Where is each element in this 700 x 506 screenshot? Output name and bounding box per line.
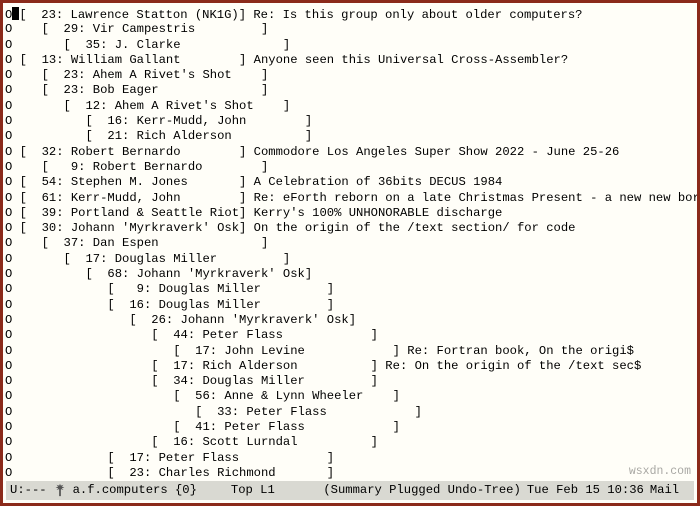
thread-line[interactable]: O [ 9: Robert Bernardo ] — [5, 160, 695, 175]
thread-line[interactable]: O [ 16: Kerr-Mudd, John ] — [5, 114, 695, 129]
modeline-position: Top L1 — [231, 483, 275, 498]
thread-line[interactable]: O [ 33: Peter Flass ] — [5, 405, 695, 420]
thread-line[interactable]: O [ 37: Dan Espen ] — [5, 236, 695, 251]
thread-line[interactable]: O [ 44: Peter Flass ] — [5, 328, 695, 343]
thread-line[interactable]: O [ 17: Douglas Miller ] — [5, 252, 695, 267]
thread-line[interactable]: O [ 26: Johann 'Myrkraverk' Osk] — [5, 313, 695, 328]
modeline-modes: (Summary Plugged Undo-Tree) — [323, 483, 520, 498]
thread-line[interactable]: O [ 17: John Levine ] Re: Fortran book, … — [5, 344, 695, 359]
modeline-buffer: a.f.computers {0} — [73, 483, 197, 498]
thread-line[interactable]: O [ 56: Anne & Lynn Wheeler ] — [5, 389, 695, 404]
mode-line: U:--- a.f.computers {0} Top L1 (Summary … — [6, 481, 694, 500]
thread-line[interactable]: O [ 17: Rich Alderson ] Re: On the origi… — [5, 359, 695, 374]
thread-line[interactable]: O [ 41: Peter Flass ] — [5, 420, 695, 435]
thread-line[interactable]: O [ 9: Douglas Miller ] — [5, 282, 695, 297]
watermark: wsxdn.com — [629, 464, 691, 479]
thread-line[interactable]: O [ 29: Vir Campestris ] — [5, 22, 695, 37]
thread-line[interactable]: O [ 30: Johann 'Myrkraverk' Osk] On the … — [5, 221, 695, 236]
thread-line[interactable]: O [ 16: Douglas Miller ] — [5, 298, 695, 313]
thread-line[interactable]: O [ 23: Charles Richmond ] — [5, 466, 695, 481]
emacs-frame: O[ 23: Lawrence Statton (NK1G)] Re: Is t… — [0, 0, 700, 506]
thread-line[interactable]: O [ 34: Douglas Miller ] — [5, 374, 695, 389]
modeline-date: Tue Feb 15 10:36 — [527, 483, 644, 498]
thread-line[interactable]: O [ 61: Kerr-Mudd, John ] Re: eForth reb… — [5, 191, 695, 206]
thread-line[interactable]: O [ 12: Ahem A Rivet's Shot ] — [5, 99, 695, 114]
summary-buffer[interactable]: O[ 23: Lawrence Statton (NK1G)] Re: Is t… — [3, 3, 697, 481]
thread-line[interactable]: O [ 23: Bob Eager ] — [5, 83, 695, 98]
thread-line[interactable]: O [ 17: Peter Flass ] — [5, 451, 695, 466]
thread-line[interactable]: O [ 21: Rich Alderson ] — [5, 129, 695, 144]
modeline-tail: Mail — [650, 483, 679, 498]
point-cursor — [12, 7, 19, 20]
thread-line[interactable]: O [ 39: Portland & Seattle Riot] Kerry's… — [5, 206, 695, 221]
thread-line[interactable]: O [ 13: William Gallant ] Anyone seen th… — [5, 53, 695, 68]
gnus-icon — [53, 483, 67, 497]
thread-line[interactable]: O [ 32: Robert Bernardo ] Commodore Los … — [5, 145, 695, 160]
modeline-left: U:--- — [10, 483, 47, 498]
thread-line[interactable]: O [ 68: Johann 'Myrkraverk' Osk] — [5, 267, 695, 282]
thread-line[interactable]: O[ 23: Lawrence Statton (NK1G)] Re: Is t… — [5, 7, 695, 22]
modeline-spacer — [203, 483, 225, 498]
thread-line[interactable]: O [ 23: Ahem A Rivet's Shot ] — [5, 68, 695, 83]
thread-line[interactable]: O [ 16: Scott Lurndal ] — [5, 435, 695, 450]
modeline-spacer2 — [281, 483, 318, 498]
thread-line[interactable]: O [ 35: J. Clarke ] — [5, 38, 695, 53]
thread-line[interactable]: O [ 54: Stephen M. Jones ] A Celebration… — [5, 175, 695, 190]
